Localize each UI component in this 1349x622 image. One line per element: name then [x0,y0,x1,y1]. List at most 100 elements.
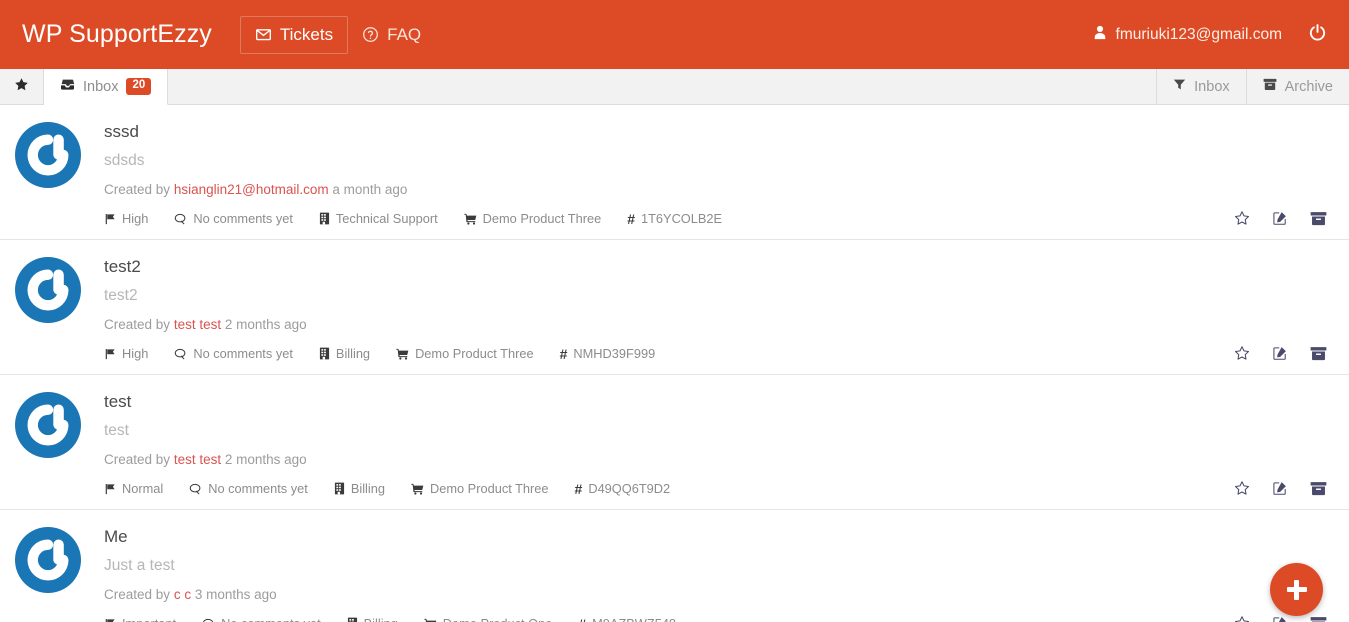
meta-ticket-id-label: 1T6YCOLB2E [640,211,723,227]
ticket-title[interactable]: test [104,391,1327,412]
meta-ticket-id-label: M9AZBWZ548 [592,616,676,622]
ticket-meta-row: High No comments yet Billing Demo Produc… [104,346,1327,361]
tab-inbox[interactable]: Inbox 20 [44,69,169,105]
meta-priority: High [104,211,148,226]
favorite-button[interactable] [1233,614,1251,622]
question-circle-icon [362,26,379,43]
nav-item-faq[interactable]: FAQ [348,17,435,53]
archive-button[interactable] [1309,209,1327,227]
archive-button[interactable] [1309,614,1327,622]
ticket-row[interactable]: sssd sdsds Created by hsianglin21@hotmai… [0,105,1349,240]
edit-button[interactable] [1271,614,1289,622]
meta-department-label: Billing [364,616,398,622]
ticket-row[interactable]: Me Just a test Created by c c 3 months a… [0,510,1349,622]
ticket-meta-row: High No comments yet Technical Support D… [104,211,1327,226]
meta-ticket-id: # 1T6YCOLB2E [627,211,722,226]
top-header-bar: WP SupportEzzy Tickets FAQ fmuriuki123@g… [0,0,1349,69]
avatar [14,121,82,189]
ticket-meta-row: Normal No comments yet Billing Demo Prod… [104,481,1327,496]
meta-product-label: Demo Product Three [429,481,549,497]
ticket-row-actions [1233,344,1327,362]
cart-icon [411,483,424,495]
edit-button[interactable] [1271,209,1289,227]
archive-button[interactable] [1309,479,1327,497]
ticket-created-line: Created by test test 2 months ago [104,317,1327,333]
ticket-row[interactable]: test2 test2 Created by test test 2 month… [0,240,1349,375]
meta-priority-label: Normal [122,481,164,497]
ticket-excerpt: Just a test [104,557,175,575]
meta-department: Billing [347,616,398,622]
ticket-row-actions [1233,614,1327,622]
meta-department: Billing [334,481,385,496]
ticket-created-time: 2 months ago [224,316,307,332]
tab-archive[interactable]: Archive [1245,69,1349,104]
ticket-title[interactable]: test2 [104,256,1327,277]
tab-inbox-label: Inbox [83,78,119,95]
archive-button[interactable] [1309,344,1327,362]
ticket-row-actions [1233,479,1327,497]
ticket-author-link[interactable]: test test [174,452,221,467]
user-email-label: fmuriuki123@gmail.com [1115,25,1282,43]
flag-icon [104,618,116,622]
filter-icon [1173,78,1186,95]
logout-button[interactable] [1308,23,1327,47]
ticket-author-link[interactable]: c c [174,587,191,602]
ticket-author-link[interactable]: test test [174,317,221,332]
edit-button[interactable] [1271,344,1289,362]
nav-item-tickets-label: Tickets [279,24,334,44]
ticket-created-time: 2 months ago [224,451,307,467]
star-filled-icon [14,77,29,96]
favorite-button[interactable] [1233,479,1251,497]
meta-product-label: Demo Product Three [482,211,602,227]
meta-product: Demo Product One [424,616,552,622]
cart-icon [424,618,437,622]
ticket-created-line: Created by test test 2 months ago [104,452,1327,468]
plus-icon [1286,579,1307,600]
ticket-excerpt: sdsds [104,152,145,170]
ticket-content: test test Created by test test 2 months … [104,389,1327,496]
meta-product-label: Demo Product Three [415,346,534,362]
meta-department: Technical Support [319,211,438,226]
meta-comments-label: No comments yet [193,211,293,227]
meta-product: Demo Product Three [396,346,534,361]
ticket-title[interactable]: Me [104,526,1327,547]
meta-department-label: Billing [335,346,371,362]
meta-department-label: Billing [350,481,385,497]
ticket-row[interactable]: test test Created by test test 2 months … [0,375,1349,510]
ticket-created-line: Created by c c 3 months ago [104,587,1327,603]
meta-ticket-id-label: D49QQ6T9D2 [588,481,671,497]
ticket-created-time: a month ago [332,181,408,197]
created-by-label: Created by [104,586,171,602]
favorite-button[interactable] [1233,344,1251,362]
ticket-excerpt: test [104,422,129,440]
comment-icon [174,348,187,360]
meta-ticket-id-label: NMHD39F999 [573,346,656,362]
meta-comments-label: No comments yet [193,346,293,362]
ticket-title[interactable]: sssd [104,121,1327,142]
user-account-menu[interactable]: fmuriuki123@gmail.com [1093,25,1282,45]
archive-icon [1263,78,1277,95]
meta-priority: High [104,346,148,361]
ticket-meta-row: Important No comments yet Billing [104,616,1327,622]
hash-icon: # [574,480,583,497]
tab-favorites[interactable] [0,69,44,104]
meta-comments: No comments yet [174,346,293,361]
inbox-count-badge: 20 [126,78,152,95]
main-navigation: Tickets FAQ [239,0,435,69]
ticket-list: sssd sdsds Created by hsianglin21@hotmai… [0,105,1349,622]
meta-comments: No comments yet [174,211,293,226]
edit-button[interactable] [1271,479,1289,497]
meta-ticket-id: # M9AZBWZ548 [578,616,676,622]
favorite-button[interactable] [1233,209,1251,227]
ticket-author-link[interactable]: hsianglin21@hotmail.com [174,182,329,197]
hash-icon: # [559,345,568,362]
avatar [14,256,82,324]
created-by-label: Created by [104,316,171,332]
ticket-excerpt: test2 [104,287,138,305]
cart-icon [464,213,477,225]
meta-product: Demo Product Three [464,211,602,227]
nav-item-tickets[interactable]: Tickets [239,15,349,54]
comment-icon [174,213,187,225]
new-ticket-fab[interactable] [1270,563,1323,616]
tab-filter-inbox[interactable]: Inbox [1156,69,1246,104]
